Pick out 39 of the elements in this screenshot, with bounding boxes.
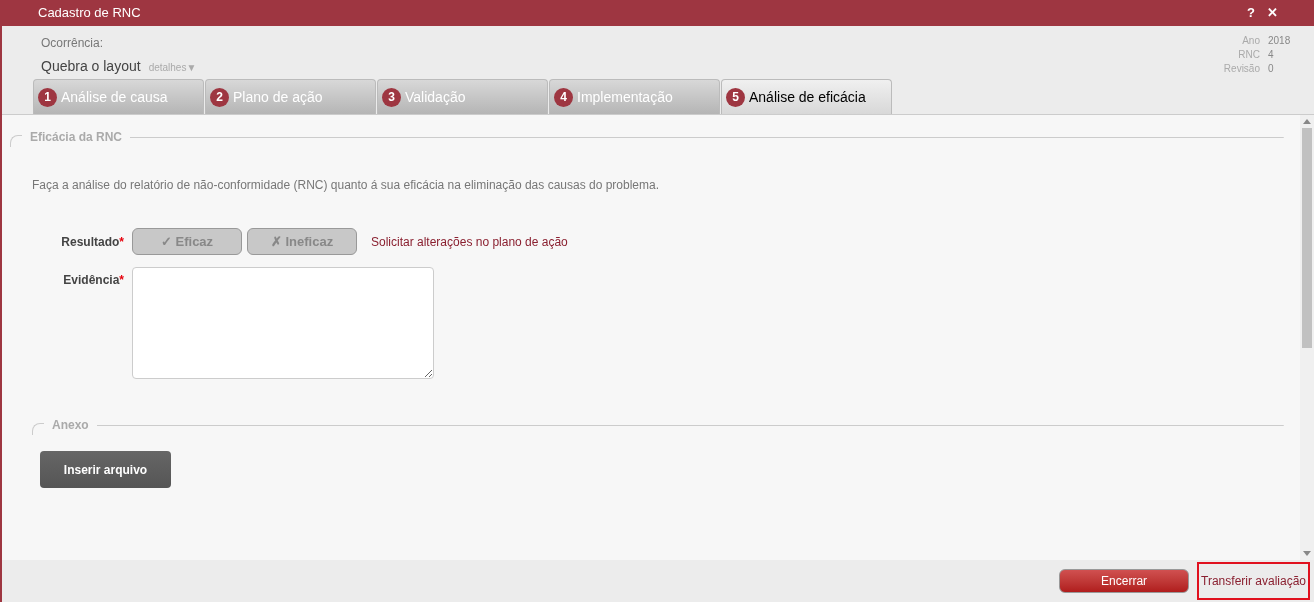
scrollbar-thumb[interactable] [1302,128,1312,348]
meta-value: 2018 [1268,34,1292,48]
step-number-badge: 4 [554,87,573,107]
tab[interactable]: 3 Validação [377,79,548,114]
scroll-up-icon[interactable] [1303,119,1311,124]
insert-file-button[interactable]: Inserir arquivo [40,451,171,488]
occurrence-label: Ocorrência: [41,35,105,52]
close-button[interactable]: ✕ [1267,3,1278,23]
tab[interactable]: 5 Análise de eficácia [721,79,892,114]
step-number-badge: 3 [382,87,401,107]
required-mark: * [119,233,124,251]
required-mark: * [119,272,124,289]
description-text: Faça a análise do relatório de não-conformidade (RNC) quanto á sua eficácia na eliminação das causas do problema. [32,177,661,194]
request-changes-link[interactable]: Solicitar alterações no plano de ação [371,232,568,251]
result-label: Resultado [61,233,120,251]
meta-label: RNC [1237,48,1260,62]
close-record-button[interactable]: Encerrar [1059,569,1190,593]
meta-label: Ano [1241,34,1260,48]
tab[interactable]: 4 Implementação [549,79,720,114]
step-number-badge: 5 [726,87,745,107]
scroll-down-icon[interactable] [1303,551,1311,556]
help-button[interactable]: ? [1247,3,1255,23]
tab[interactable]: 1 Análise de causa [33,79,204,114]
attachment-title: Anexo [52,417,89,434]
step-number-badge: 2 [210,87,229,107]
evidence-label: Evidência [63,272,120,289]
step-number-badge: 1 [38,87,57,107]
meta-value: 4 [1268,48,1275,62]
meta-label: Revisão [1223,62,1260,76]
occurrence-value: Quebra o layout [41,57,141,76]
legend-corner-line [10,135,22,147]
tab[interactable]: 2 Plano de ação [205,79,376,114]
transfer-evaluation-link[interactable]: Transferir avaliação [1197,562,1310,600]
evidence-field[interactable] [132,267,434,379]
scrollbar[interactable] [1300,115,1314,560]
section-title: Eficácia da RNC [30,129,123,146]
legend-corner-line [32,423,44,435]
window-title: Cadastro de RNC [38,4,142,23]
meta-value: 0 [1268,62,1275,76]
